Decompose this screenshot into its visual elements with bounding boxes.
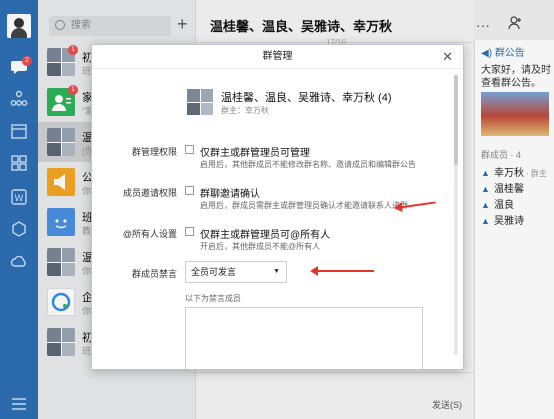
perm-option[interactable]: 仅群主或群管理员可管理 [200,144,310,159]
invite-label: 成员邀请权限 [122,188,177,198]
mute-select[interactable]: 全员可发言 ▼ [185,261,287,283]
at-all-option[interactable]: 仅群主或群管理员可@所有人 [200,226,330,241]
close-icon[interactable]: ✕ [442,49,453,65]
invite-checkbox[interactable] [185,186,194,195]
mute-label: 群成员禁言 [131,269,177,279]
annotation-arrow [310,266,374,276]
scrollbar[interactable] [454,75,458,355]
at-all-desc: 开启后，其他群成员不能@所有人 [200,242,321,251]
group-avatar [187,89,213,115]
muted-members-header: 以下为禁言成员 [185,294,241,303]
mute-select-value: 全员可发言 [191,267,237,277]
chevron-down-icon: ▼ [273,268,280,275]
perm-desc: 启用后，其他群成员不能修改群名称、邀请成员和编辑群公告 [200,160,416,169]
muted-members-list[interactable] [185,307,423,369]
invite-option[interactable]: 群聊邀请确认 [200,185,260,200]
perm-label: 群管理权限 [131,147,177,157]
at-all-checkbox[interactable] [185,227,194,236]
scrollbar-thumb[interactable] [454,75,458,165]
perm-checkbox[interactable] [185,145,194,154]
at-all-label: @所有人设置 [122,229,177,239]
dialog-title: 群管理 [92,45,463,69]
group-owner: 群主：幸万秋 [221,106,269,115]
invite-desc: 启用后，群成员需群主或群管理员确认才能邀请联系人进群 [200,201,408,210]
group-name: 温桂馨、温良、吴雅诗、幸万秋 (4) [221,92,392,104]
